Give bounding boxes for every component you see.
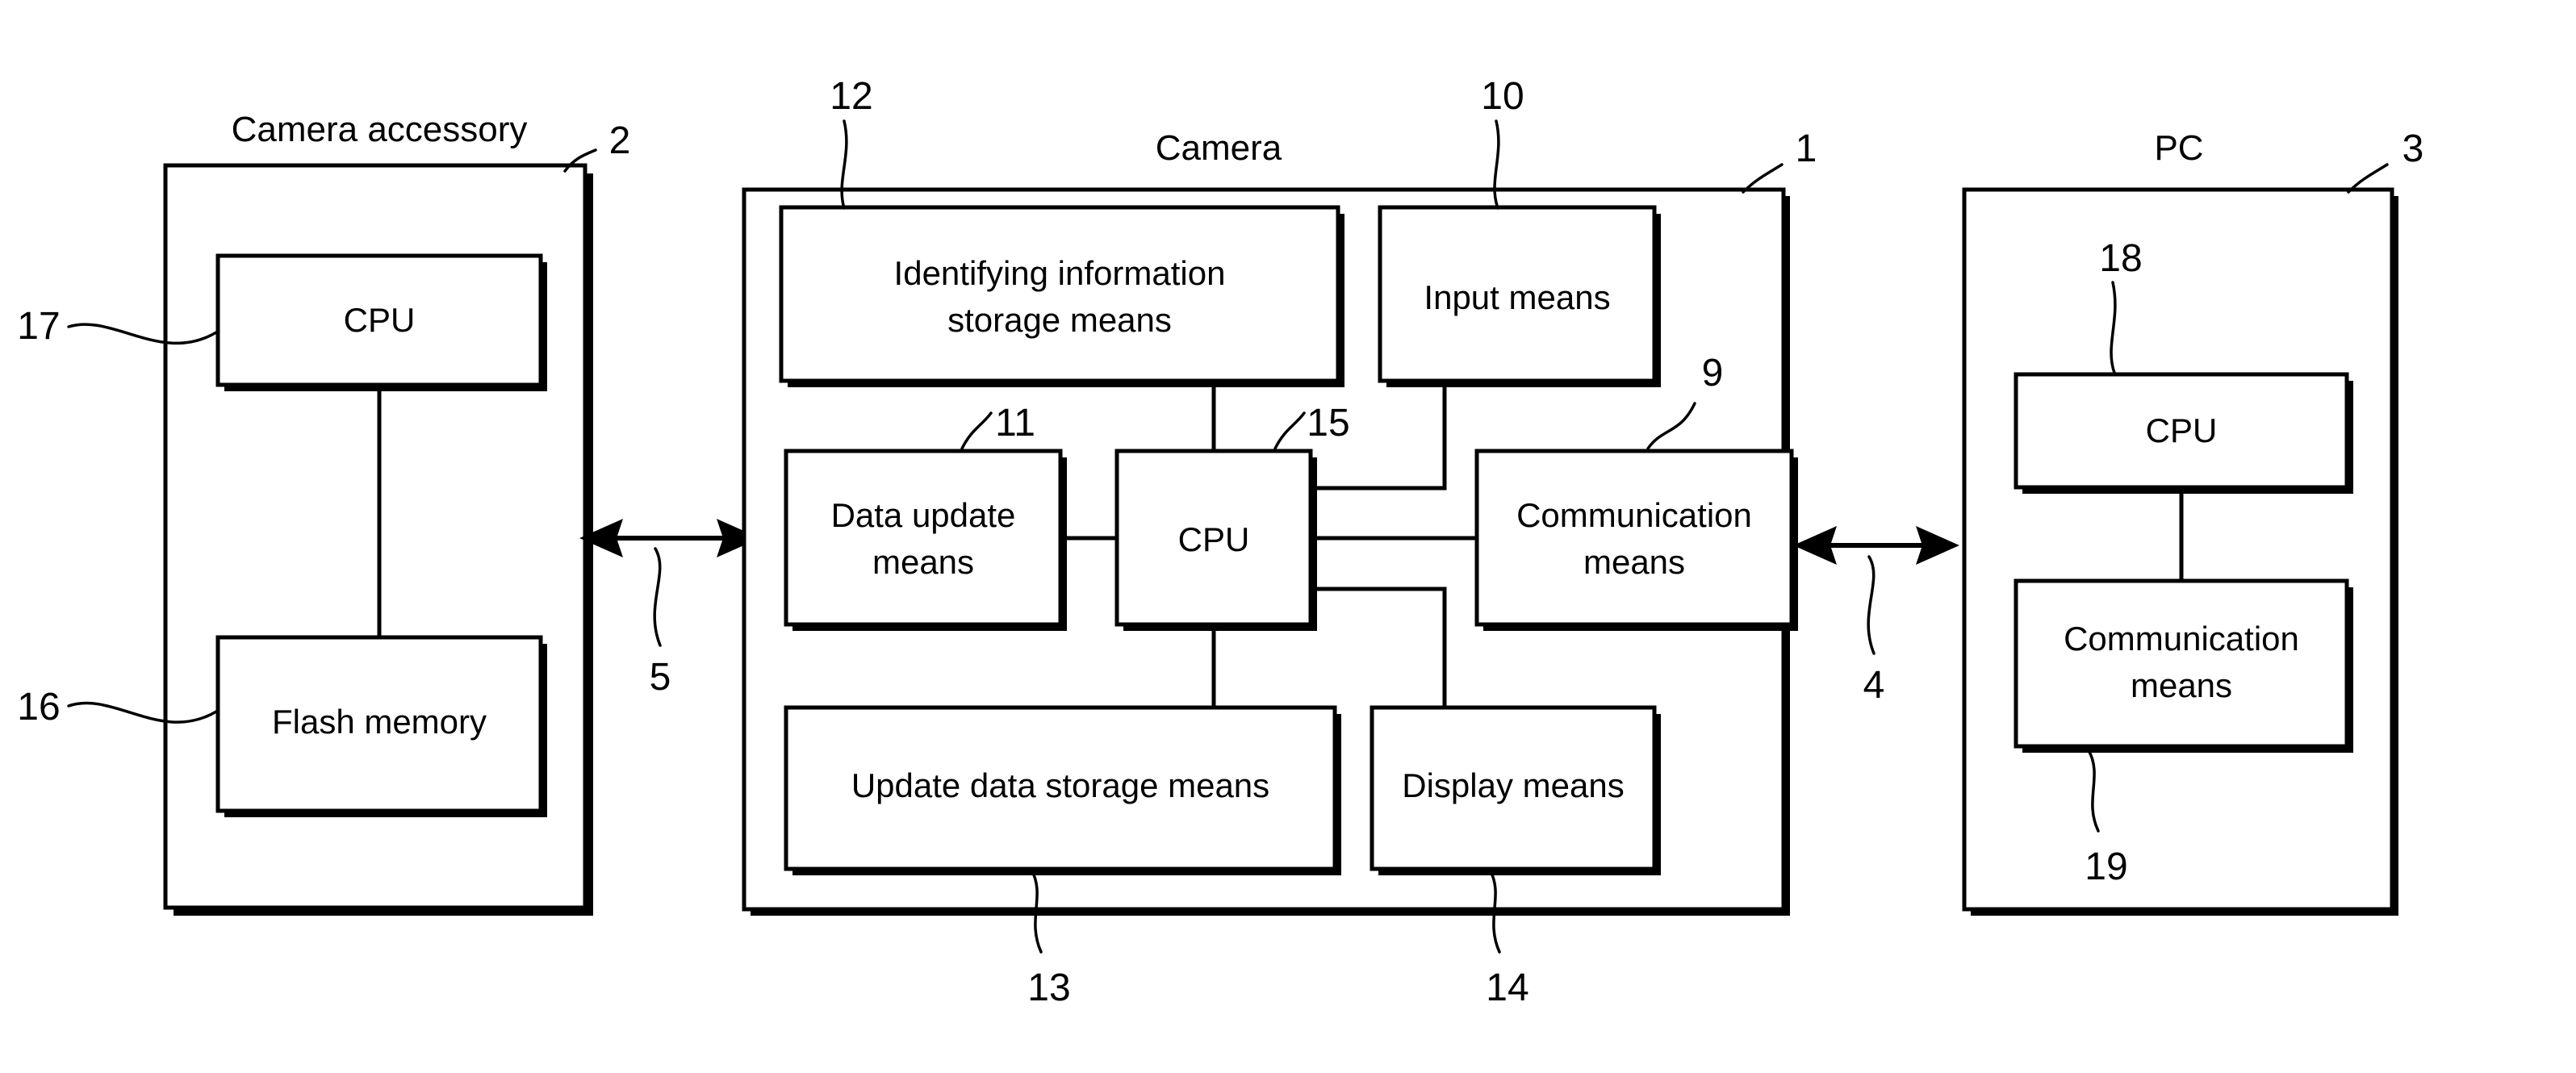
- camera-comm-label-line2: means: [1583, 543, 1685, 581]
- ref-number-12: 12: [830, 75, 872, 118]
- ref-number-3: 3: [2402, 127, 2424, 170]
- ref-number-17: 17: [17, 305, 60, 348]
- ref-number-11: 11: [995, 402, 1035, 445]
- leader-ref-4: [1867, 555, 1876, 655]
- display-means-label: Display means: [1402, 766, 1624, 804]
- panel-pc: PC 3 CPU 18 Communication means 19: [1962, 127, 2424, 916]
- ref-number-13: 13: [1027, 967, 1070, 1009]
- pc-panel: [1962, 187, 2394, 912]
- pc-comm-label-line1: Communication: [2064, 620, 2299, 658]
- block-diagram-canvas: Camera accessory 2 CPU 17 Flash memory 1…: [17, 75, 2424, 1009]
- data-update-box: [784, 449, 1063, 627]
- leader-ref-5: [653, 547, 662, 647]
- panel-camera-accessory: Camera accessory 2 CPU 17 Flash memory 1…: [17, 110, 630, 916]
- camera-comm-label-line1: Communication: [1516, 496, 1752, 534]
- ref-number-5: 5: [650, 656, 671, 699]
- identifying-info-label-line2: storage means: [947, 301, 1172, 339]
- pc-cpu-label: CPU: [2146, 411, 2218, 449]
- ref-number-15: 15: [1307, 402, 1349, 445]
- ref-number-9: 9: [1702, 352, 1724, 395]
- data-update-label-line2: means: [872, 543, 974, 581]
- arrow-head-left-4: [1793, 526, 1837, 565]
- panel-title-camera-accessory: Camera accessory: [232, 110, 528, 149]
- arrow-head-right-4: [1916, 526, 1959, 565]
- pc-comm-box: [2014, 578, 2349, 749]
- ref-number-10: 10: [1481, 75, 1524, 118]
- ref-number-2: 2: [609, 119, 631, 162]
- connector-accessory-camera: 5: [579, 519, 760, 699]
- connector-camera-pc: 4: [1793, 526, 1959, 707]
- ref-number-19: 19: [2085, 845, 2127, 888]
- identifying-info-label-line1: Identifying information: [894, 254, 1226, 292]
- update-data-storage-label: Update data storage means: [851, 766, 1269, 804]
- accessory-cpu-label: CPU: [344, 301, 416, 339]
- camera-cpu-label: CPU: [1178, 520, 1250, 558]
- ref-number-18: 18: [2099, 237, 2142, 280]
- accessory-flash-label: Flash memory: [272, 703, 487, 741]
- panel-title-camera: Camera: [1156, 128, 1282, 168]
- panel-camera: Camera 1 Identifying information storage…: [742, 75, 1817, 1009]
- ref-number-16: 16: [17, 686, 60, 729]
- panel-title-pc: PC: [2154, 128, 2203, 168]
- patent-figure: Camera accessory 2 CPU 17 Flash memory 1…: [0, 0, 2576, 1073]
- ref-number-4: 4: [1863, 664, 1885, 707]
- input-means-label: Input means: [1424, 278, 1610, 316]
- identifying-info-box: [779, 205, 1340, 383]
- ref-number-1: 1: [1796, 127, 1817, 170]
- ref-number-14: 14: [1486, 967, 1528, 1009]
- pc-comm-label-line2: means: [2131, 666, 2232, 704]
- camera-comm-box: [1474, 449, 1794, 627]
- data-update-label-line1: Data update: [831, 496, 1016, 534]
